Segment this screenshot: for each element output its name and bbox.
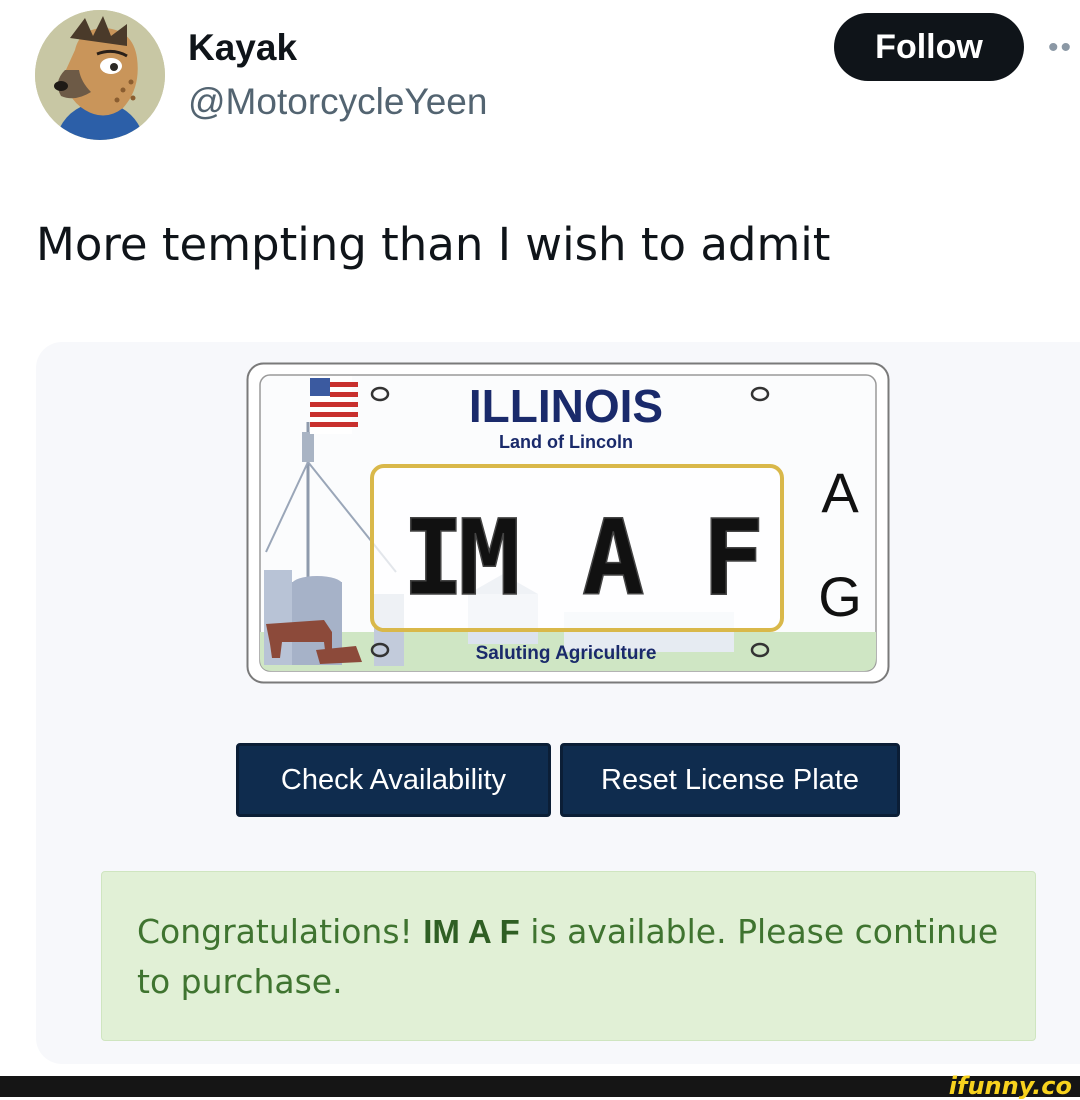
alert-prefix: Congratulations! bbox=[137, 912, 424, 951]
plate-character: M bbox=[458, 497, 521, 619]
check-availability-button[interactable]: Check Availability bbox=[236, 743, 551, 817]
plate-side-letter: A bbox=[821, 461, 859, 524]
plate-character: A bbox=[582, 497, 645, 619]
hyena-avatar-image bbox=[35, 10, 165, 140]
plate-slogan: Land of Lincoln bbox=[499, 432, 633, 452]
footer-bar: ifunny.co bbox=[0, 1072, 1080, 1100]
plate-character: I bbox=[402, 497, 465, 619]
alert-message: Congratulations! IM A F is available. Pl… bbox=[137, 907, 1017, 1007]
tweet-media-card: ILLINOIS Land of Lincoln I M A F A G Sal… bbox=[36, 342, 1080, 1064]
alert-plate-text: IM A F bbox=[423, 913, 520, 950]
plate-side-letter: G bbox=[818, 565, 862, 628]
avatar[interactable] bbox=[35, 10, 165, 140]
tweet-text: More tempting than I wish to admit bbox=[36, 218, 831, 271]
plate-state-name: ILLINOIS bbox=[469, 380, 663, 432]
license-plate-preview: ILLINOIS Land of Lincoln I M A F A G Sal… bbox=[246, 362, 890, 684]
ifunny-watermark: ifunny.co bbox=[948, 1072, 1072, 1100]
follow-button[interactable]: Follow bbox=[834, 13, 1024, 81]
more-options-icon[interactable]: •• bbox=[1048, 28, 1073, 68]
plate-character: F bbox=[702, 497, 765, 619]
american-flag-icon bbox=[310, 376, 358, 434]
reset-license-plate-button[interactable]: Reset License Plate bbox=[560, 743, 900, 817]
plate-tagline: Saluting Agriculture bbox=[476, 643, 657, 664]
user-handle[interactable]: @MotorcycleYeen bbox=[188, 80, 487, 124]
user-display-name[interactable]: Kayak bbox=[188, 26, 297, 70]
availability-alert: Congratulations! IM A F is available. Pl… bbox=[101, 871, 1036, 1041]
